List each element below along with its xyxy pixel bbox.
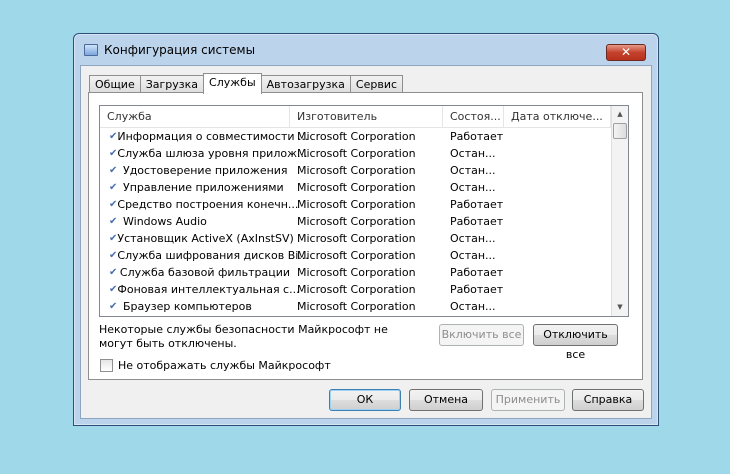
scrollbar[interactable]: ▲ ▼	[611, 106, 628, 316]
service-state: Остан...	[450, 232, 496, 245]
service-name: Служба шлюза уровня прилож...	[117, 147, 308, 160]
service-state: Остан...	[450, 181, 496, 194]
service-maker: Microsoft Corporation	[297, 198, 416, 211]
checkbox-checked-icon[interactable]: ✔	[109, 196, 117, 213]
title-bar: Конфигурация системы	[84, 43, 255, 57]
service-name: Информация о совместимости ...	[117, 130, 309, 143]
service-row[interactable]: ✔ Средство построения конечн... Microsoft …	[100, 196, 628, 213]
column-service[interactable]: Служба	[100, 106, 290, 127]
service-maker: Microsoft Corporation	[297, 266, 416, 279]
service-row[interactable]: ✔ Windows Audio Microsoft Corporation Работ…	[100, 213, 628, 230]
service-maker: Microsoft Corporation	[297, 249, 416, 262]
hide-ms-services-checkbox[interactable]: Не отображать службы Майкрософт	[100, 359, 331, 372]
scroll-up-icon[interactable]: ▲	[612, 106, 628, 123]
checkbox-checked-icon[interactable]: ✔	[109, 213, 123, 230]
checkbox-checked-icon[interactable]: ✔	[109, 298, 123, 315]
service-state: Остан...	[450, 300, 496, 313]
checkbox-checked-icon[interactable]: ✔	[109, 230, 117, 247]
service-state: Работает	[450, 266, 504, 279]
ok-button[interactable]: ОК	[329, 389, 401, 411]
service-row[interactable]: ✔ Браузер компьютеров Microsoft Corporatio…	[100, 298, 628, 315]
apply-button[interactable]: Применить	[491, 389, 565, 411]
msconfig-icon	[84, 44, 98, 56]
checkbox-box[interactable]	[100, 359, 113, 372]
hide-ms-label: Не отображать службы Майкрософт	[118, 359, 331, 372]
service-maker: Microsoft Corporation	[297, 300, 416, 313]
checkbox-checked-icon[interactable]: ✔	[109, 145, 117, 162]
disable-all-button[interactable]: Отключить все	[533, 324, 618, 361]
service-state: Остан...	[450, 164, 496, 177]
system-config-window: Конфигурация системы ✕ Общие Загрузка Сл…	[73, 33, 659, 426]
service-maker: Microsoft Corporation	[297, 232, 416, 245]
tab-bar: Общие Загрузка Службы Автозагрузка Серви…	[89, 73, 404, 94]
column-maker[interactable]: Изготовитель	[290, 106, 443, 127]
service-row[interactable]: ✔ Служба базовой фильтрации Microsoft Corp…	[100, 264, 628, 281]
service-state: Работает	[450, 198, 504, 211]
service-maker: Microsoft Corporation	[297, 147, 416, 160]
service-row[interactable]: ✔ Служба шифрования дисков Bi... Microsoft…	[100, 247, 628, 264]
checkbox-checked-icon[interactable]: ✔	[109, 179, 123, 196]
help-button[interactable]: Справка	[572, 389, 644, 411]
checkbox-checked-icon[interactable]: ✔	[109, 281, 117, 298]
service-row[interactable]: ✔ Управление приложениями Microsoft Corpor…	[100, 179, 628, 196]
service-name: Удостоверение приложения	[123, 164, 288, 177]
service-row[interactable]: ✔ Удостоверение приложения Microsoft Corpo…	[100, 162, 628, 179]
security-message: Некоторые службы безопасности Майкрософт…	[99, 323, 388, 350]
service-state: Остан...	[450, 249, 496, 262]
checkbox-checked-icon[interactable]: ✔	[109, 247, 117, 264]
tab-services[interactable]: Службы	[203, 73, 262, 94]
service-row[interactable]: ✔ Фоновая интеллектуальная с... Microsoft …	[100, 281, 628, 298]
service-maker: Microsoft Corporation	[297, 215, 416, 228]
scroll-down-icon[interactable]: ▼	[612, 299, 628, 316]
close-button[interactable]: ✕	[606, 44, 646, 61]
service-row[interactable]: ✔ Служба шлюза уровня прилож... Microsoft …	[100, 145, 628, 162]
service-name: Windows Audio	[123, 215, 207, 228]
checkbox-checked-icon[interactable]: ✔	[109, 162, 123, 179]
checkbox-checked-icon[interactable]: ✔	[109, 128, 117, 145]
column-state[interactable]: Состоя...	[443, 106, 504, 127]
service-row[interactable]: ✔ Установщик ActiveX (AxInstSV) Microsoft …	[100, 230, 628, 247]
services-list: Служба Изготовитель Состоя... Дата отклю…	[99, 105, 629, 317]
service-name: Браузер компьютеров	[123, 300, 252, 313]
service-maker: Microsoft Corporation	[297, 164, 416, 177]
services-panel: Служба Изготовитель Состоя... Дата отклю…	[88, 92, 643, 380]
cancel-button[interactable]: Отмена	[409, 389, 483, 411]
service-name: Фоновая интеллектуальная с...	[117, 283, 300, 296]
window-title: Конфигурация системы	[104, 43, 256, 57]
service-state: Работает	[450, 130, 504, 143]
service-state: Работает	[450, 215, 504, 228]
service-maker: Microsoft Corporation	[297, 181, 416, 194]
service-name: Служба шифрования дисков Bi...	[117, 249, 309, 262]
service-name: Установщик ActiveX (AxInstSV)	[117, 232, 294, 245]
service-name: Управление приложениями	[123, 181, 284, 194]
scroll-thumb[interactable]	[613, 123, 627, 139]
column-disabled-date[interactable]: Дата отключе...	[504, 106, 611, 127]
service-name: Служба базовой фильтрации	[119, 266, 290, 279]
service-state: Работает	[450, 283, 504, 296]
checkbox-checked-icon[interactable]: ✔	[109, 264, 120, 281]
service-row[interactable]: ✔ Информация о совместимости ... Microsoft…	[100, 128, 628, 145]
service-maker: Microsoft Corporation	[297, 130, 416, 143]
list-header: Служба Изготовитель Состоя... Дата отклю…	[100, 106, 628, 128]
service-maker: Microsoft Corporation	[297, 283, 416, 296]
dialog-body: Общие Загрузка Службы Автозагрузка Серви…	[80, 65, 652, 419]
enable-all-button[interactable]: Включить все	[439, 324, 524, 346]
service-state: Остан...	[450, 147, 496, 160]
service-name: Средство построения конечн...	[117, 198, 299, 211]
